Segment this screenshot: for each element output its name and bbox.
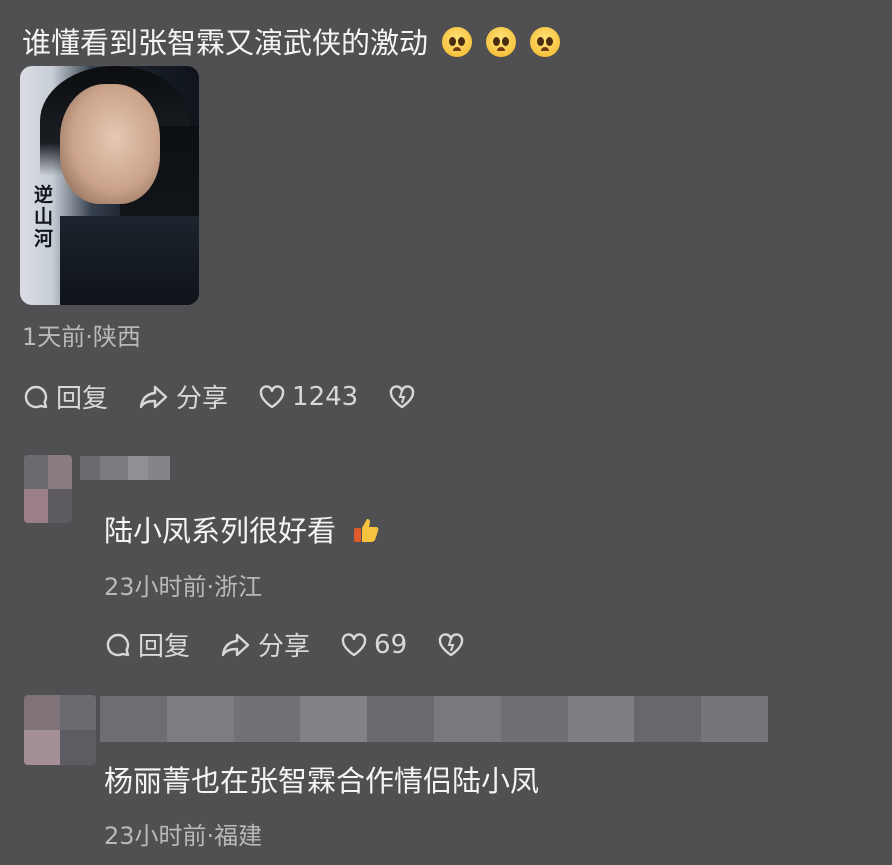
like-count: 1243 xyxy=(292,381,359,412)
like-button[interactable]: 1243 xyxy=(258,382,358,412)
heart-icon xyxy=(259,384,285,408)
username-blurred[interactable] xyxy=(80,456,170,480)
share-button[interactable]: 分享 xyxy=(138,378,228,415)
comment-bubble-icon xyxy=(106,633,130,656)
comment-text: 谁懂看到张智霖又演武侠的激动 xyxy=(22,26,429,60)
broken-heart-icon xyxy=(438,632,464,656)
pleading-face-icon xyxy=(486,27,517,57)
like-count: 69 xyxy=(374,629,408,660)
thumbs-up-icon xyxy=(354,519,379,542)
comment-meta: 23小时前·浙江 xyxy=(104,573,263,601)
pleading-face-icon xyxy=(442,27,473,57)
comment-1: 谁懂看到张智霖又演武侠的激动 xyxy=(22,24,561,62)
comment-actions: 回复 分享 69 xyxy=(104,626,501,663)
pleading-face-icon xyxy=(530,27,561,57)
comment-actions: 回复 分享 1243 xyxy=(22,378,452,415)
comment-bubble-icon xyxy=(24,385,48,408)
reply-1: 陆小凤系列很好看 xyxy=(104,512,381,550)
share-arrow-icon xyxy=(139,385,168,408)
comment-meta: 1天前·陕西 xyxy=(22,323,141,351)
reply-button[interactable]: 回复 xyxy=(22,378,108,415)
dislike-button[interactable] xyxy=(437,631,471,659)
share-arrow-icon xyxy=(221,633,250,656)
like-button[interactable]: 69 xyxy=(340,630,407,660)
comment-meta: 23小时前·福建 xyxy=(104,822,263,850)
poster-title: 逆山河 xyxy=(34,184,54,250)
avatar[interactable] xyxy=(24,455,72,523)
dislike-button[interactable] xyxy=(388,383,422,411)
comment-image-poster[interactable]: 逆山河 xyxy=(20,66,199,305)
comment-text: 陆小凤系列很好看 xyxy=(104,514,337,548)
username-blurred[interactable] xyxy=(100,696,768,742)
reply-2-text: 杨丽菁也在张智霖合作情侣陆小凤 xyxy=(104,764,540,798)
heart-icon xyxy=(341,632,367,656)
reply-button[interactable]: 回复 xyxy=(104,626,190,663)
share-button[interactable]: 分享 xyxy=(220,626,310,663)
broken-heart-icon xyxy=(389,384,415,408)
avatar[interactable] xyxy=(24,695,96,765)
